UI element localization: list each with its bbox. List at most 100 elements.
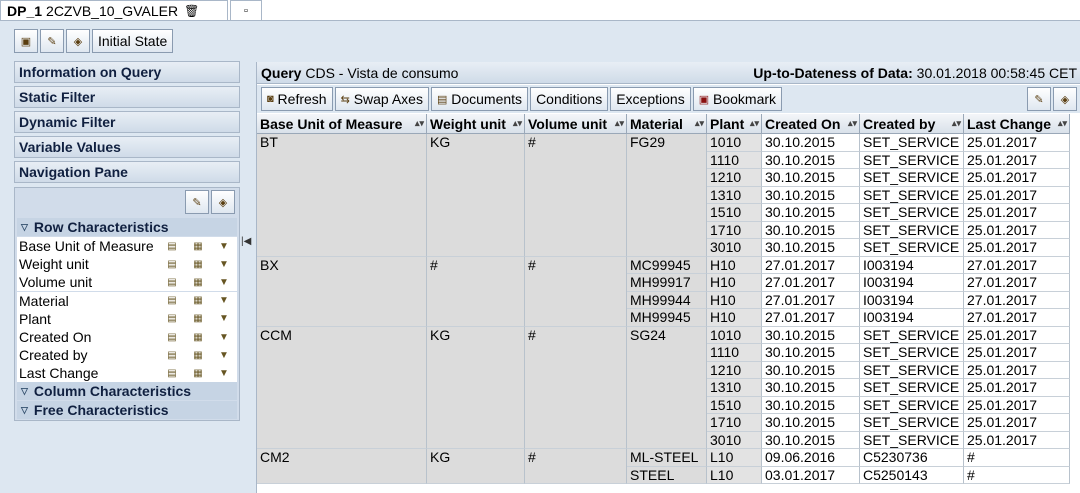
cell-created-by: SET_SERVICE xyxy=(860,239,964,257)
swap-icon[interactable]: ▦ xyxy=(185,350,211,361)
cell-plant: 3010 xyxy=(707,431,762,449)
row-characteristic-item[interactable]: Base Unit of Measure ▤ ▦ ▼ xyxy=(17,237,237,255)
dynamic-filter-header[interactable]: Dynamic Filter xyxy=(14,111,240,133)
date-value: 30.01.2018 00:58:45 CET xyxy=(916,64,1077,81)
row-characteristic-item[interactable]: Plant ▤ ▦ ▼ xyxy=(17,309,237,328)
new-page-icon[interactable]: ▫ xyxy=(230,0,262,20)
refresh-button[interactable]: ◙ Refresh xyxy=(261,87,333,111)
display-icon[interactable]: ▤ xyxy=(159,313,185,324)
row-characteristic-item[interactable]: Created On ▤ ▦ ▼ xyxy=(17,328,237,346)
column-header[interactable]: Created by ▴▾ xyxy=(860,114,964,134)
filter-icon[interactable]: ▼ xyxy=(211,295,237,306)
swap-icon[interactable]: ▦ xyxy=(185,277,211,288)
column-header[interactable]: Weight unit ▴▾ xyxy=(427,114,525,134)
cell-weight-unit: KG xyxy=(427,134,525,257)
column-header[interactable]: Created On ▴▾ xyxy=(762,114,860,134)
swap-icon[interactable]: ▦ xyxy=(185,332,211,343)
static-filter-header[interactable]: Static Filter xyxy=(14,86,240,108)
column-characteristics-section[interactable]: ▽ Column Characteristics xyxy=(17,382,237,400)
sort-icon[interactable]: ▴▾ xyxy=(750,118,759,129)
row-characteristic-item[interactable]: Material ▤ ▦ ▼ xyxy=(17,291,237,310)
filter-icon[interactable]: ▼ xyxy=(211,368,237,379)
cell-last-change: 27.01.2017 xyxy=(964,291,1070,309)
column-header[interactable]: Plant ▴▾ xyxy=(707,114,762,134)
cell-plant: 1210 xyxy=(707,169,762,187)
display-icon[interactable]: ▤ xyxy=(159,295,185,306)
display-icon[interactable]: ▤ xyxy=(159,332,185,343)
trash-icon[interactable]: 🗑 xyxy=(184,4,199,18)
navigation-pane-header[interactable]: Navigation Pane xyxy=(14,161,240,183)
initial-state-button[interactable]: Initial State xyxy=(92,29,174,53)
free-characteristics-section[interactable]: ▽ Free Characteristics xyxy=(17,401,237,419)
display-icon[interactable]: ▤ xyxy=(159,368,185,379)
settings-icon[interactable]: ✎ xyxy=(40,29,64,53)
row-characteristic-item[interactable]: Last Change ▤ ▦ ▼ xyxy=(17,364,237,383)
cell-created-by: SET_SERVICE xyxy=(860,326,964,344)
cell-created-on: 09.06.2016 xyxy=(762,449,860,467)
cell-plant: 3010 xyxy=(707,239,762,257)
row-characteristic-label: Created On xyxy=(19,329,92,345)
filter-icon[interactable]: ▼ xyxy=(211,259,237,270)
cell-created-by: SET_SERVICE xyxy=(860,431,964,449)
column-header[interactable]: Base Unit of Measure ▴▾ xyxy=(257,114,427,134)
sort-icon[interactable]: ▴▾ xyxy=(848,118,857,129)
cell-created-by: SET_SERVICE xyxy=(860,134,964,152)
bookmark-icon[interactable]: ◈ xyxy=(66,29,90,53)
swap-icon[interactable]: ▦ xyxy=(185,295,211,306)
documents-label: Documents xyxy=(451,91,523,107)
table-bookmark-icon[interactable]: ◈ xyxy=(1053,87,1077,111)
documents-button[interactable]: ▤ Documents xyxy=(430,87,529,111)
sort-icon[interactable]: ▴▾ xyxy=(615,118,624,129)
cell-created-on: 27.01.2017 xyxy=(762,274,860,292)
filter-icon[interactable]: ▼ xyxy=(211,241,237,252)
display-icon[interactable]: ▤ xyxy=(159,350,185,361)
sort-icon[interactable]: ▴▾ xyxy=(1058,118,1067,129)
column-header-label: Last Change xyxy=(967,115,1052,132)
swap-axes-button[interactable]: ⇆ Swap Axes xyxy=(334,87,429,111)
cell-last-change: 27.01.2017 xyxy=(964,309,1070,327)
cell-plant: L10 xyxy=(707,466,762,484)
row-characteristic-item[interactable]: Volume unit ▤ ▦ ▼ xyxy=(17,273,237,292)
collapse-pane-icon[interactable]: |◀ xyxy=(241,236,251,247)
swap-icon[interactable]: ▦ xyxy=(185,259,211,270)
refresh-label: Refresh xyxy=(277,91,327,107)
row-characteristics-section[interactable]: ▽ Row Characteristics xyxy=(17,218,237,236)
export-icon[interactable]: ▣ xyxy=(14,29,38,53)
column-header[interactable]: Last Change ▴▾ xyxy=(964,114,1070,134)
swap-icon[interactable]: ▦ xyxy=(185,241,211,252)
info-on-query-header[interactable]: Information on Query xyxy=(14,61,240,83)
column-header[interactable]: Volume unit ▴▾ xyxy=(525,114,627,134)
filter-icon[interactable]: ▼ xyxy=(211,350,237,361)
swap-icon[interactable]: ▦ xyxy=(185,368,211,379)
display-icon[interactable]: ▤ xyxy=(159,241,185,252)
display-icon[interactable]: ▤ xyxy=(159,259,185,270)
exceptions-button[interactable]: Exceptions xyxy=(610,87,691,111)
nav-settings-icon[interactable]: ✎ xyxy=(185,190,209,214)
cell-created-on: 30.10.2015 xyxy=(762,239,860,257)
swap-icon[interactable]: ▦ xyxy=(185,313,211,324)
variable-values-header[interactable]: Variable Values xyxy=(14,136,240,158)
display-icon[interactable]: ▤ xyxy=(159,277,185,288)
cell-base-unit: BX xyxy=(257,256,427,327)
cell-last-change: # xyxy=(964,466,1070,484)
filter-icon[interactable]: ▼ xyxy=(211,332,237,343)
cell-plant: 1110 xyxy=(707,151,762,169)
table-settings-icon[interactable]: ✎ xyxy=(1027,87,1051,111)
cell-created-on: 30.10.2015 xyxy=(762,151,860,169)
column-header-label: Material xyxy=(630,115,683,132)
cell-last-change: 25.01.2017 xyxy=(964,379,1070,397)
sort-icon[interactable]: ▴▾ xyxy=(952,118,961,129)
filter-icon[interactable]: ▼ xyxy=(211,277,237,288)
filter-icon[interactable]: ▼ xyxy=(211,313,237,324)
column-header[interactable]: Material ▴▾ xyxy=(627,114,707,134)
row-characteristic-item[interactable]: Created by ▤ ▦ ▼ xyxy=(17,346,237,365)
tab-query[interactable]: DP_1 2CZVB_10_GVALER 🗑 xyxy=(0,0,228,20)
sort-icon[interactable]: ▴▾ xyxy=(513,118,522,129)
conditions-button[interactable]: Conditions xyxy=(530,87,609,111)
sort-icon[interactable]: ▴▾ xyxy=(695,118,704,129)
sort-icon[interactable]: ▴▾ xyxy=(415,118,424,129)
cell-plant: 1510 xyxy=(707,204,762,222)
nav-bookmark-icon[interactable]: ◈ xyxy=(211,190,235,214)
row-characteristic-item[interactable]: Weight unit ▤ ▦ ▼ xyxy=(17,255,237,274)
bookmark-button[interactable]: ▣ Bookmark xyxy=(692,87,783,111)
